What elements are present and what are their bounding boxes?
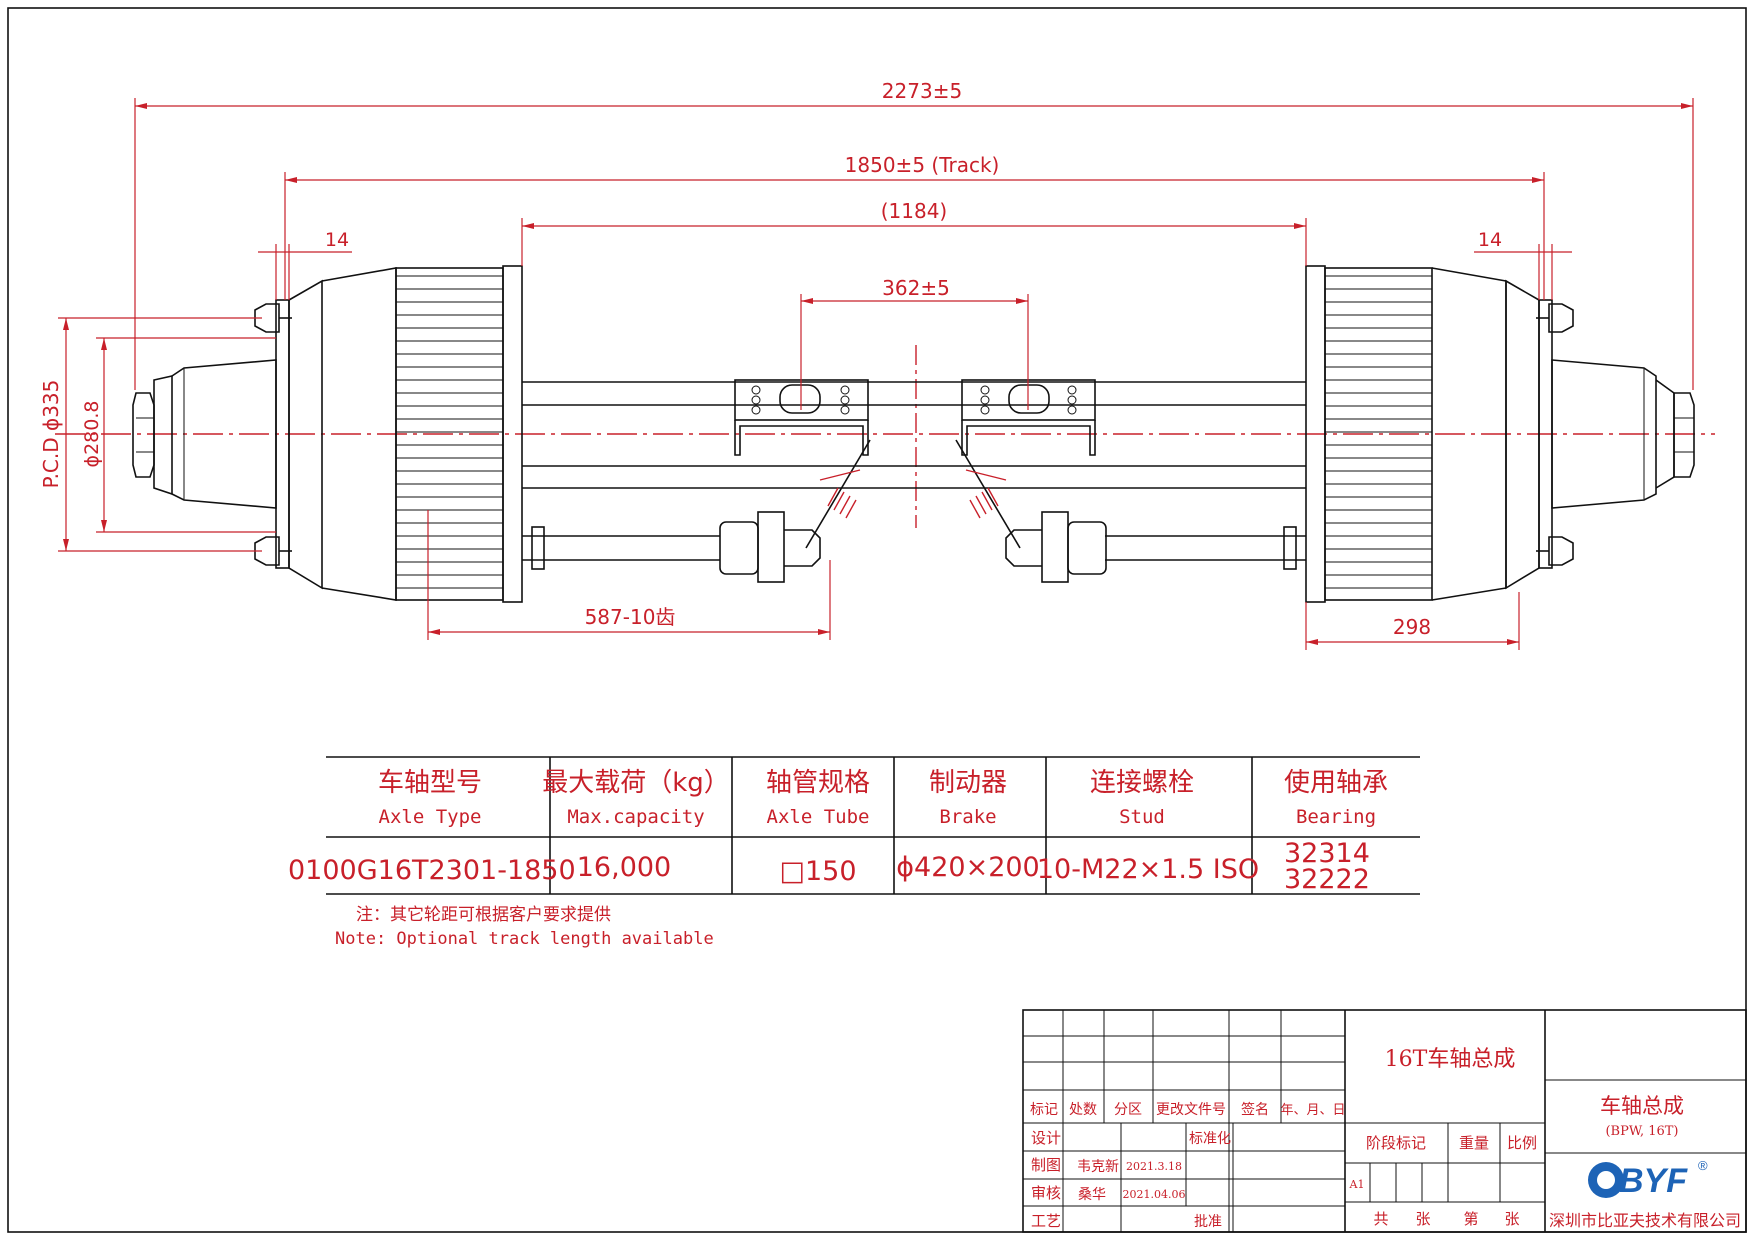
rev-h-count: 处数 bbox=[1069, 1102, 1097, 1118]
sheet-no: 第 bbox=[1463, 1210, 1478, 1228]
dim-flange-left: 14 bbox=[258, 229, 352, 300]
dim-pilot-label: ϕ280.8 bbox=[81, 401, 103, 468]
header-bearing-en: Bearing bbox=[1296, 806, 1376, 828]
cell-stud: 10-M22×1.5 ISO bbox=[1037, 854, 1259, 885]
scale: 比例 bbox=[1507, 1134, 1537, 1152]
dim-spring-center: 362±5 bbox=[801, 276, 1028, 410]
cell-brake: ϕ420×200 bbox=[896, 852, 1040, 883]
logo-registered: ® bbox=[1698, 1158, 1708, 1173]
rev-h-mark: 标记 bbox=[1030, 1102, 1058, 1118]
header-stud-en: Stud bbox=[1119, 806, 1165, 828]
part-sub: (BPW, 16T) bbox=[1605, 1124, 1678, 1139]
header-capacity-en: Max.capacity bbox=[567, 806, 704, 828]
note-en: Note: Optional track length available bbox=[335, 929, 714, 949]
drawer-date: 2021.3.18 bbox=[1126, 1160, 1182, 1173]
spec-table: 车轴型号 Axle Type 最大载荷（kg） Max.capacity 轴管规… bbox=[288, 757, 1420, 895]
header-capacity-cn: 最大载荷（kg） bbox=[542, 768, 730, 798]
standardize: 标准化 bbox=[1189, 1131, 1231, 1147]
header-bearing-cn: 使用轴承 bbox=[1284, 768, 1388, 798]
part-name: 车轴总成 bbox=[1600, 1094, 1684, 1118]
header-brake-en: Brake bbox=[939, 806, 996, 828]
sheets-unit: 张 bbox=[1415, 1210, 1430, 1228]
dim-overall: 2273±5 bbox=[135, 79, 1693, 390]
header-brake-cn: 制动器 bbox=[929, 768, 1007, 798]
cell-tube: □150 bbox=[779, 856, 856, 887]
dim-flange-right-label: 14 bbox=[1478, 229, 1502, 251]
dim-inner-label: (1184) bbox=[881, 199, 948, 223]
dim-pilot: ϕ280.8 bbox=[81, 338, 276, 532]
title-block: 标记 处数 分区 更改文件号 签名 年、月、日 设计 制图 审核 工艺 韦克新 … bbox=[1023, 1010, 1746, 1232]
camshaft-right bbox=[956, 440, 1306, 582]
stage-a: A1 bbox=[1349, 1178, 1365, 1191]
dim-camshaft-label: 587-10齿 bbox=[585, 605, 676, 629]
sheets-total: 共 bbox=[1373, 1210, 1388, 1228]
header-tube-en: Axle Tube bbox=[767, 806, 870, 828]
cell-axle-type: 0100G16T2301-1850 bbox=[288, 855, 576, 886]
rev-h-zone: 分区 bbox=[1114, 1102, 1142, 1118]
rev-h-date: 年、月、日 bbox=[1280, 1103, 1345, 1118]
company-name: 深圳市比亚夫技术有限公司 bbox=[1549, 1211, 1741, 1230]
dim-hub-label: 298 bbox=[1393, 615, 1431, 639]
dim-track-label: 1850±5 (Track) bbox=[845, 153, 1000, 177]
dim-spring-label: 362±5 bbox=[882, 276, 950, 300]
drawer-name: 韦克新 bbox=[1077, 1159, 1119, 1175]
note-cn: 注：其它轮距可根据客户要求提供 bbox=[356, 905, 611, 925]
header-axle-type-cn: 车轴型号 bbox=[378, 768, 482, 798]
cell-bearing-2: 32222 bbox=[1284, 864, 1370, 895]
role-process: 工艺 bbox=[1031, 1212, 1061, 1230]
role-draw: 制图 bbox=[1031, 1156, 1061, 1174]
logo-text: BYF bbox=[1619, 1162, 1688, 1200]
cell-capacity: 16,000 bbox=[577, 852, 671, 883]
checker-name: 桑华 bbox=[1078, 1187, 1106, 1203]
rev-h-sign: 签名 bbox=[1241, 1101, 1269, 1118]
weight: 重量 bbox=[1459, 1134, 1489, 1152]
checker-date: 2021.04.06 bbox=[1123, 1188, 1186, 1201]
camshaft-left bbox=[522, 440, 870, 582]
header-stud-cn: 连接螺栓 bbox=[1090, 768, 1194, 798]
stage-mark: 阶段标记 bbox=[1366, 1134, 1426, 1152]
role-design: 设计 bbox=[1031, 1129, 1061, 1147]
dim-overall-label: 2273±5 bbox=[882, 79, 962, 103]
company-logo: BYF ® bbox=[1588, 1158, 1708, 1200]
drawing-title: 16T车轴总成 bbox=[1385, 1047, 1516, 1072]
header-axle-type-en: Axle Type bbox=[379, 806, 482, 828]
dim-flange-left-label: 14 bbox=[325, 229, 349, 251]
dim-flange-right: 14 bbox=[1474, 229, 1572, 300]
approve: 批准 bbox=[1194, 1214, 1222, 1230]
axle-tube bbox=[522, 382, 1306, 488]
header-tube-cn: 轴管规格 bbox=[766, 768, 870, 798]
role-check: 审核 bbox=[1031, 1184, 1061, 1202]
sheet-unit: 张 bbox=[1504, 1210, 1519, 1228]
axle-drawing: 2273±5 1850±5 (Track) (1184) 362±5 14 14 bbox=[0, 0, 1755, 1240]
dim-inner: (1184) bbox=[522, 199, 1306, 266]
dim-pcd-label: P.C.D ϕ335 bbox=[39, 380, 63, 489]
rev-h-doc: 更改文件号 bbox=[1156, 1102, 1226, 1118]
